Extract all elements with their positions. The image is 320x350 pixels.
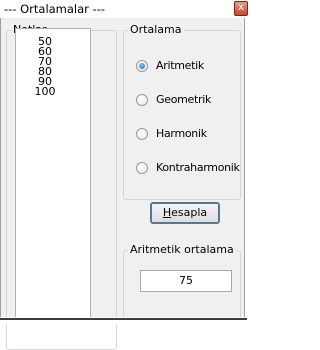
radio-label: Geometrik	[156, 93, 212, 106]
radio-label: Aritmetik	[156, 59, 204, 72]
close-button[interactable]: x	[234, 1, 248, 16]
average-type-group-label: Ortalama	[128, 23, 184, 37]
window-title: --- Ortalamalar ---	[4, 2, 106, 16]
bottom-divider	[0, 318, 247, 320]
bottom-edge	[0, 317, 247, 325]
list-item[interactable]: 100	[16, 86, 74, 97]
radio-checked-icon[interactable]	[136, 60, 148, 72]
radio-label: Harmonik	[156, 127, 207, 140]
main-window: --- Ortalamalar --- x Notlar Ortalama Ar…	[0, 0, 248, 350]
grades-listbox[interactable]: 50 60 70 80 90 100	[15, 28, 91, 318]
result-group-label: Aritmetik ortalama	[128, 243, 236, 257]
calculate-mnemonic: H	[162, 206, 172, 219]
calculate-label-rest: esapla	[171, 206, 208, 219]
radio-unchecked-icon[interactable]	[136, 94, 148, 106]
radio-unchecked-icon[interactable]	[136, 128, 148, 140]
title-bar: --- Ortalamalar --- x	[0, 0, 248, 18]
radio-unchecked-icon[interactable]	[136, 162, 148, 174]
radio-label: Kontraharmonik	[156, 161, 240, 174]
result-field[interactable]: 75	[140, 270, 232, 292]
calculate-button[interactable]: Hesapla	[150, 202, 220, 224]
close-icon: x	[238, 2, 244, 13]
